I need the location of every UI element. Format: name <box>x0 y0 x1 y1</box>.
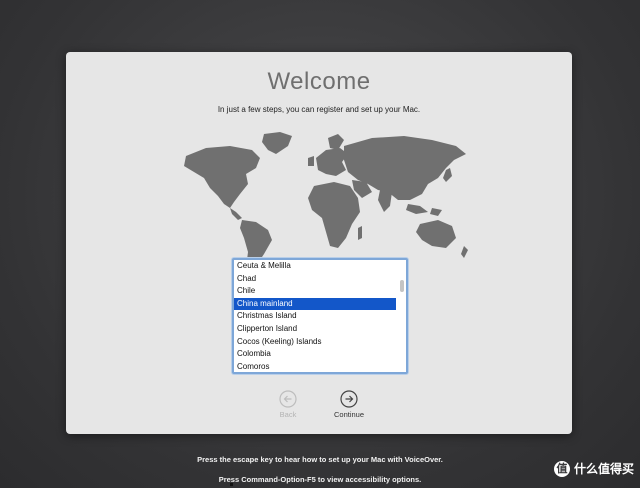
arrow-left-circle-icon <box>279 390 297 408</box>
page-title: Welcome <box>267 68 371 95</box>
country-list-items: Ceuta & Melilla Chad Chile China mainlan… <box>234 260 396 369</box>
watermark-text: 什么值得买 <box>573 462 634 476</box>
watermark-badge: 值 <box>553 460 570 477</box>
page-subtitle: In just a few steps, you can register an… <box>217 105 421 114</box>
list-item[interactable]: Clipperton Island <box>234 323 396 336</box>
list-item[interactable]: Ceuta & Melilla <box>234 260 396 273</box>
watermark-logo: 值 什么值得买 <box>553 460 634 477</box>
country-list[interactable]: Ceuta & Melilla Chad Chile China mainlan… <box>232 258 408 374</box>
list-item[interactable]: Chad <box>234 273 396 286</box>
list-item-selected[interactable]: China mainland <box>234 297 396 311</box>
back-label: Back <box>279 410 297 419</box>
accessibility-hint: Press Command-Option-F5 to view accessib… <box>218 475 422 484</box>
mouse-pointer <box>230 483 233 486</box>
list-item[interactable]: Christmas Island <box>234 310 396 323</box>
back-button[interactable]: Back <box>268 390 308 419</box>
voiceover-hint: Press the escape key to hear how to set … <box>197 455 443 464</box>
arrow-right-circle-icon <box>340 390 358 408</box>
setup-assistant-window: Welcome In just a few steps, you can reg… <box>66 52 572 434</box>
continue-button[interactable]: Continue <box>329 390 369 419</box>
list-item[interactable]: Comoros <box>234 361 396 369</box>
list-scrollbar[interactable] <box>400 280 404 292</box>
list-item[interactable]: Colombia <box>234 348 396 361</box>
continue-label: Continue <box>333 410 365 419</box>
world-map-image <box>184 132 468 274</box>
list-item[interactable]: Chile <box>234 285 396 298</box>
list-item[interactable]: Cocos (Keeling) Islands <box>234 336 396 349</box>
